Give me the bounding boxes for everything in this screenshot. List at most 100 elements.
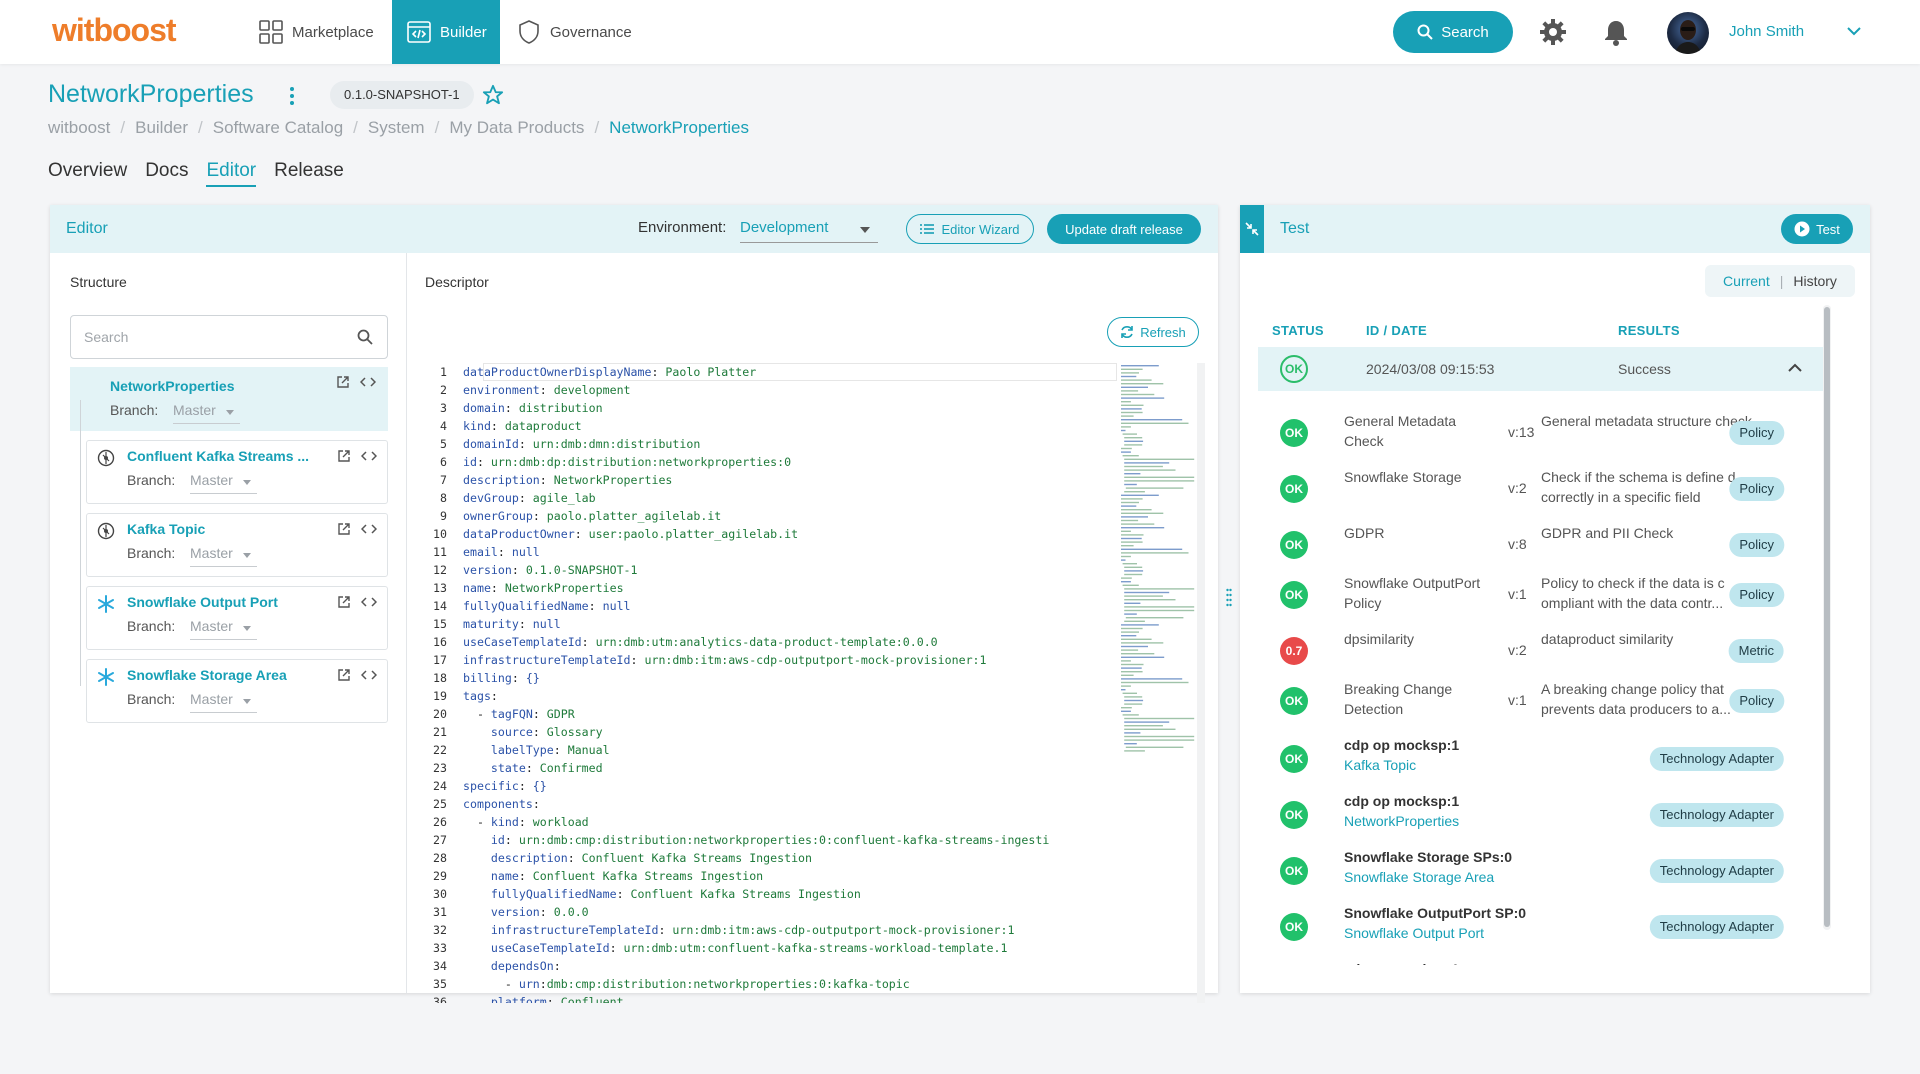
search-button[interactable]: Search [1393,11,1513,53]
adapter-result-row[interactable]: OK cdp op mocksp:1 Kafka Topic Technology A… [1258,731,1823,787]
scrollbar-thumb[interactable] [1824,307,1830,927]
chevron-down-icon[interactable] [1847,26,1861,36]
policy-result-row[interactable]: OK General Metadata Check v:13 General meta… [1258,407,1823,455]
minimap-line [1121,653,1155,655]
editor-wizard-button[interactable]: Editor Wizard [906,214,1034,244]
line-text: name: NetworkProperties [463,581,624,595]
update-draft-release-button[interactable]: Update draft release [1047,214,1201,244]
policy-result-row[interactable]: OK GDPR v:8 GDPR and PII Check Policy [1258,519,1823,567]
structure-node-snowflake-storage-area[interactable]: Snowflake Storage Area Branch: Master [86,659,388,723]
star-icon[interactable] [482,84,504,106]
minimap-line [1121,624,1159,626]
line-number: 6 [440,455,447,469]
line-text: version: 0.0.0 [490,905,589,919]
tab-editor[interactable]: Editor [206,160,257,187]
code-line: 28 description: Confluent Kafka Streams … [427,849,1117,867]
tab-release[interactable]: Release [274,160,344,187]
open-external-icon[interactable] [337,449,351,463]
code-scrollbar[interactable] [1197,363,1205,1003]
code-icon[interactable] [361,449,377,463]
gear-icon[interactable] [1539,18,1567,46]
minimap-line [1124,440,1144,442]
open-external-icon[interactable] [337,522,351,536]
results-scrollbar[interactable] [1823,305,1831,930]
structure-node-kafka-topic[interactable]: Kafka Topic Branch: Master [86,513,388,577]
code-icon[interactable] [361,668,377,682]
nav-builder[interactable]: Builder [392,0,500,64]
adapter-result-row[interactable]: OK Snowflake OutputPort SP:0 Snowflake Out… [1258,899,1823,955]
policy-result-row[interactable]: OK Snowflake OutputPort Policy v:1 Policy t… [1258,569,1823,617]
node-actions [337,668,377,682]
environment-label: Environment: [638,219,727,236]
minimap-line [1122,433,1137,435]
minimap-line [1124,566,1143,568]
tab-overview[interactable]: Overview [48,160,127,187]
environment-select[interactable]: Development [740,215,878,243]
witboost-logo[interactable]: witboost [52,12,177,49]
bell-icon[interactable] [1603,18,1629,46]
policy-result-row[interactable]: OK Breaking Change Detection v:1 A breaking… [1258,675,1823,723]
code-line: 24 specific: {} [427,777,1117,795]
breadcrumb-item[interactable]: witboost [48,118,110,138]
structure-node-root[interactable]: NetworkProperties Branch: Master [70,367,388,431]
line-number: 17 [433,653,447,667]
status-badge: OK [1280,801,1308,829]
minimap-line [1121,681,1189,684]
user-name[interactable]: John Smith [1729,23,1804,40]
minimap-line [1121,577,1132,579]
line-text: - tagFQN: GDPR [463,707,575,721]
panel-resize-handle[interactable] [1226,588,1232,608]
status-badge: OK [1280,581,1308,609]
line-number: 19 [433,689,447,703]
tab-docs[interactable]: Docs [145,160,188,187]
line-number: 21 [433,725,447,739]
shield-icon [516,19,542,45]
breadcrumb-item[interactable]: My Data Products [449,118,584,138]
policy-result-row[interactable]: OK Snowflake Storage v:2 Check if the schem… [1258,463,1823,511]
adapter-component-link[interactable]: NetworkProperties [1344,811,1644,831]
structure-node-snowflake-output-port[interactable]: Snowflake Output Port Branch: Master [86,586,388,650]
branch-select[interactable]: Master [190,545,257,567]
open-external-icon[interactable] [336,375,350,389]
adapter-component-link[interactable]: Kafka Topic [1344,755,1644,775]
adapter-component-link[interactable]: Snowflake Storage Area [1344,867,1644,887]
open-external-icon[interactable] [337,668,351,682]
breadcrumb-item[interactable]: Builder [135,118,188,138]
policy-result-row[interactable]: 0.7 dpsimilarity v:2 dataproduct similarity… [1258,625,1823,673]
line-number: 3 [440,401,447,415]
branch-select[interactable]: Master [190,472,257,494]
breadcrumb-item[interactable]: System [368,118,425,138]
type-chip: Technology Adapter [1649,915,1784,939]
branch-select[interactable]: Master [190,691,257,713]
branch-select[interactable]: Master [173,402,240,424]
structure-node-confluent-kafka-streams[interactable]: Confluent Kafka Streams ... Branch: Mast… [86,440,388,504]
nav-governance[interactable]: Governance [502,0,646,64]
more-vert-icon[interactable] [288,86,296,106]
minimap-line [1121,390,1139,392]
open-external-icon[interactable] [337,595,351,609]
line-text: fullyQualifiedName: null [463,599,631,613]
line-number: 28 [433,851,447,865]
code-icon[interactable] [360,375,376,389]
breadcrumb-item[interactable]: Software Catalog [213,118,343,138]
adapter-component-link[interactable]: Snowflake Output Port [1344,923,1644,943]
code-line: 33 useCaseTemplateId: urn:dmb:utm:conflu… [427,939,1117,957]
adapter-result-row[interactable]: OK Snowflake Storage SPs:0 Snowflake Stora… [1258,843,1823,899]
refresh-button[interactable]: Refresh [1107,317,1199,347]
code-icon[interactable] [361,522,377,536]
minimap-line [1124,599,1176,601]
code-icon[interactable] [361,595,377,609]
structure-search-input[interactable]: Search [70,315,388,359]
adapter-result-row[interactable]: OKcdp op mocksp:1Confluent Kafka Streams… [1258,955,1823,965]
code-minimap[interactable] [1119,363,1199,823]
current-line-highlight [483,363,1117,381]
code-editor[interactable]: 1 dataProductOwnerDisplayName: Paolo Plat… [427,363,1117,1003]
line-number: 5 [440,437,447,451]
line-number: 31 [433,905,447,919]
adapter-result-row[interactable]: OK cdp op mocksp:1 NetworkProperties Techno… [1258,787,1823,843]
code-line: 34 dependsOn: [427,957,1117,975]
nav-marketplace[interactable]: Marketplace [244,0,388,64]
avatar[interactable] [1667,12,1709,54]
branch-select[interactable]: Master [190,618,257,640]
line-number: 9 [440,509,447,523]
